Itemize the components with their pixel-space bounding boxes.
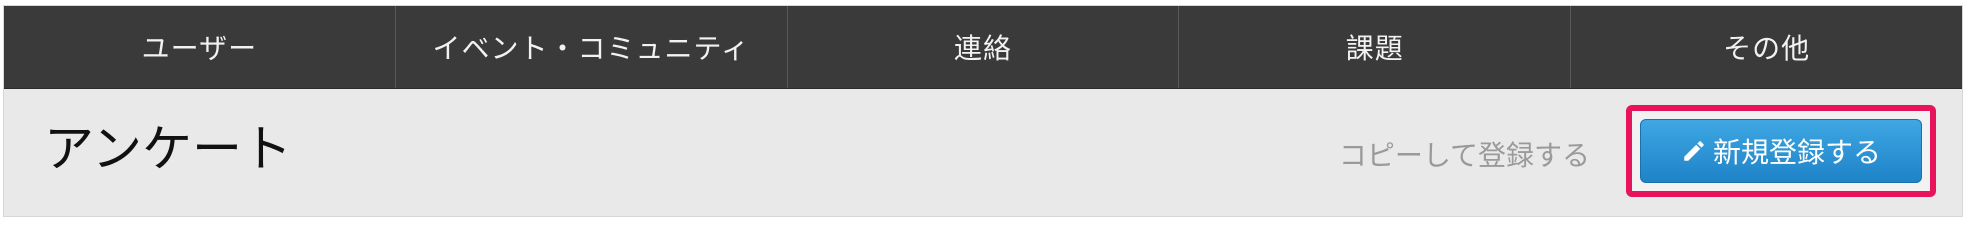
nav-item-events-community[interactable]: イベント・コミュニティ <box>396 6 788 88</box>
nav-item-users[interactable]: ユーザー <box>4 6 396 88</box>
pencil-icon <box>1684 141 1704 161</box>
highlight-annotation: 新規登録する <box>1626 105 1936 197</box>
app-frame: ユーザー イベント・コミュニティ 連絡 課題 その他 アンケート コピーして登録… <box>3 5 1963 217</box>
page-header: アンケート コピーして登録する 新規登録する <box>4 89 1962 218</box>
new-register-button-label: 新規登録する <box>1712 136 1881 169</box>
new-register-button[interactable]: 新規登録する <box>1640 119 1922 183</box>
top-nav: ユーザー イベント・コミュニティ 連絡 課題 その他 <box>4 6 1962 89</box>
nav-item-contact[interactable]: 連絡 <box>788 6 1180 88</box>
nav-item-tasks[interactable]: 課題 <box>1179 6 1572 88</box>
page-title: アンケート <box>44 120 292 178</box>
copy-and-register-link[interactable]: コピーして登録する <box>1339 134 1590 174</box>
nav-item-other[interactable]: その他 <box>1571 6 1962 88</box>
